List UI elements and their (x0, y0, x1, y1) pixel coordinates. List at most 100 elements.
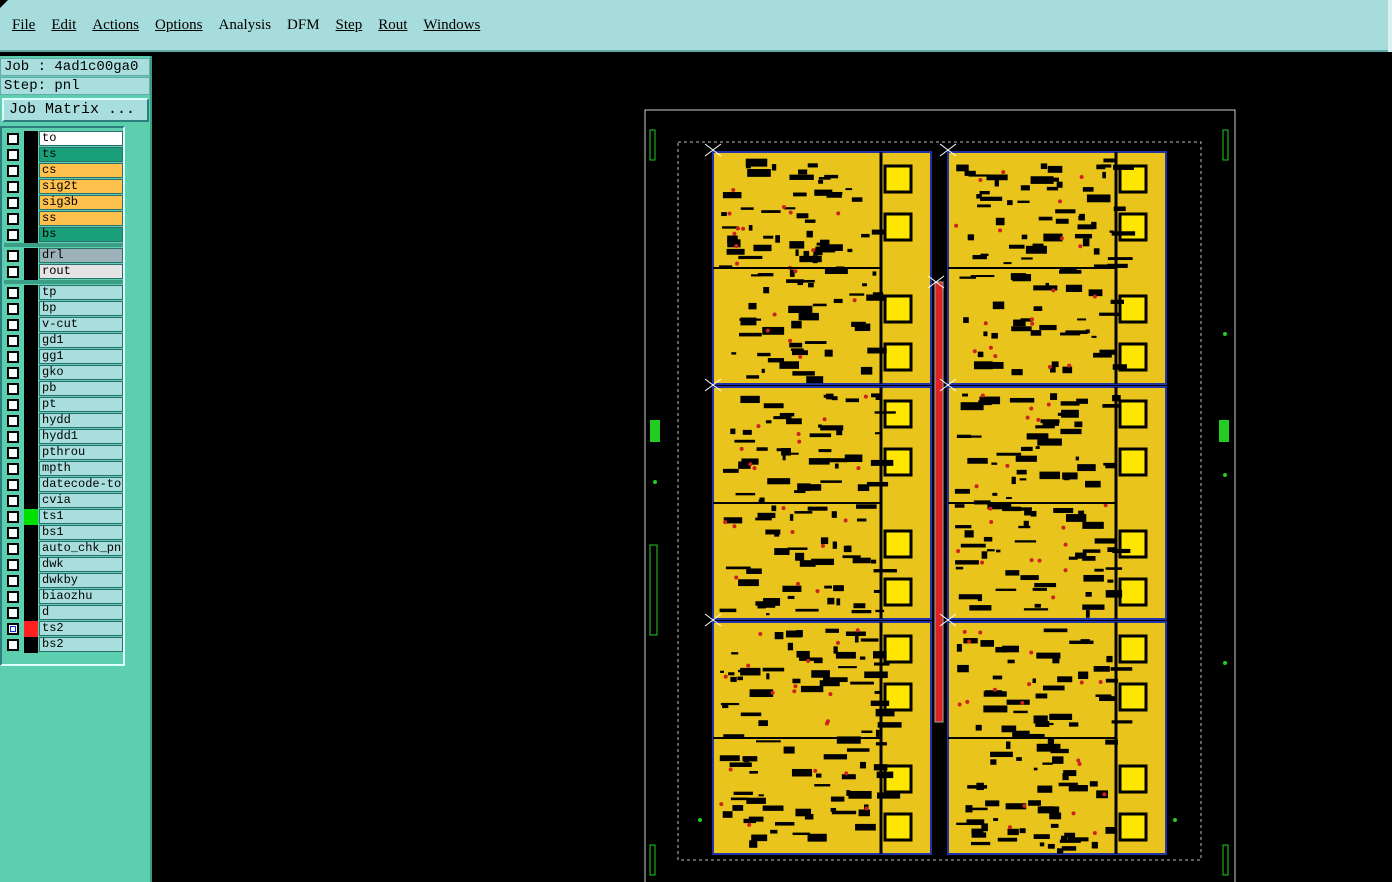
layer-color-swatch[interactable] (24, 461, 38, 477)
layer-name[interactable]: cvia (39, 493, 123, 508)
layer-row-bs2[interactable]: bs2 (4, 637, 123, 653)
layer-row-pt[interactable]: pt (4, 397, 123, 413)
layer-row-ts1[interactable]: ts1 (4, 509, 123, 525)
layer-name[interactable]: gko (39, 365, 123, 380)
layer-color-swatch[interactable] (24, 317, 38, 333)
layer-name[interactable]: bs2 (39, 637, 123, 652)
layer-checkbox[interactable] (7, 399, 19, 411)
layer-name[interactable]: bp (39, 301, 123, 316)
layer-color-swatch[interactable] (24, 211, 38, 227)
layer-row-datecode-to[interactable]: datecode-to (4, 477, 123, 493)
layer-checkbox[interactable] (7, 639, 19, 651)
layer-checkbox[interactable] (7, 197, 19, 209)
layer-row-to[interactable]: to (4, 131, 123, 147)
layer-row-cvia[interactable]: cvia (4, 493, 123, 509)
layer-row-rout[interactable]: rout (4, 264, 123, 280)
layer-name[interactable]: auto_chk_pn (39, 541, 123, 556)
layer-row-gko[interactable]: gko (4, 365, 123, 381)
layer-row-cs[interactable]: cs (4, 163, 123, 179)
layer-name[interactable]: mpth (39, 461, 123, 476)
layer-name[interactable]: sig2t (39, 179, 123, 194)
layer-color-swatch[interactable] (24, 349, 38, 365)
menu-windows[interactable]: Windows (423, 17, 480, 34)
layer-row-bp[interactable]: bp (4, 301, 123, 317)
layer-checkbox[interactable] (7, 543, 19, 555)
layer-color-swatch[interactable] (24, 557, 38, 573)
layer-name[interactable]: gg1 (39, 349, 123, 364)
layer-color-swatch[interactable] (24, 573, 38, 589)
layer-color-swatch[interactable] (24, 365, 38, 381)
layer-checkbox[interactable] (7, 133, 19, 145)
job-matrix-button[interactable]: Job Matrix ... (2, 98, 149, 122)
layer-name[interactable]: ts (39, 147, 123, 162)
layer-name[interactable]: bs (39, 227, 123, 242)
menu-actions[interactable]: Actions (92, 17, 139, 34)
layer-name[interactable]: pt (39, 397, 123, 412)
layer-name[interactable]: sig3b (39, 195, 123, 210)
layer-row-d[interactable]: d (4, 605, 123, 621)
layer-row-hydd1[interactable]: hydd1 (4, 429, 123, 445)
layer-color-swatch[interactable] (24, 301, 38, 317)
layer-color-swatch[interactable] (24, 477, 38, 493)
layer-name[interactable]: gd1 (39, 333, 123, 348)
layer-checkbox[interactable] (7, 511, 19, 523)
layer-name[interactable]: hydd1 (39, 429, 123, 444)
layer-row-ts2[interactable]: ts2 (4, 621, 123, 637)
layer-row-v-cut[interactable]: v-cut (4, 317, 123, 333)
layer-name[interactable]: cs (39, 163, 123, 178)
layer-color-swatch[interactable] (24, 264, 38, 280)
layer-color-swatch[interactable] (24, 285, 38, 301)
layer-checkbox[interactable] (7, 181, 19, 193)
layer-checkbox[interactable] (7, 559, 19, 571)
layer-color-swatch[interactable] (24, 621, 38, 637)
layer-color-swatch[interactable] (24, 248, 38, 264)
layer-checkbox[interactable] (7, 229, 19, 241)
layer-name[interactable]: ts1 (39, 509, 123, 524)
layer-checkbox[interactable] (7, 266, 19, 278)
menu-analysis[interactable]: Analysis (219, 17, 272, 34)
layer-name[interactable]: v-cut (39, 317, 123, 332)
layer-color-swatch[interactable] (24, 509, 38, 525)
layer-color-swatch[interactable] (24, 589, 38, 605)
layer-checkbox[interactable] (7, 591, 19, 603)
layer-checkbox[interactable] (7, 351, 19, 363)
layer-name[interactable]: d (39, 605, 123, 620)
menu-file[interactable]: File (12, 17, 35, 34)
layer-name[interactable]: drl (39, 248, 123, 263)
layer-name[interactable]: pb (39, 381, 123, 396)
layer-color-swatch[interactable] (24, 333, 38, 349)
layer-row-dwkby[interactable]: dwkby (4, 573, 123, 589)
graphic-canvas[interactable] (154, 56, 1392, 882)
menu-edit[interactable]: Edit (51, 17, 76, 34)
layer-row-bs1[interactable]: bs1 (4, 525, 123, 541)
layer-color-swatch[interactable] (24, 605, 38, 621)
layer-color-swatch[interactable] (24, 493, 38, 509)
layer-checkbox[interactable] (7, 319, 19, 331)
layer-checkbox[interactable] (7, 165, 19, 177)
layer-checkbox[interactable] (7, 463, 19, 475)
layer-color-swatch[interactable] (24, 195, 38, 211)
layer-color-swatch[interactable] (24, 397, 38, 413)
layer-checkbox[interactable] (7, 527, 19, 539)
layer-checkbox[interactable] (7, 367, 19, 379)
layer-name[interactable]: biaozhu (39, 589, 123, 604)
layer-row-sig3b[interactable]: sig3b (4, 195, 123, 211)
layer-color-swatch[interactable] (24, 131, 38, 147)
layer-name[interactable]: pthrou (39, 445, 123, 460)
layer-checkbox[interactable] (7, 250, 19, 262)
layer-name[interactable]: ts2 (39, 621, 123, 636)
layer-checkbox[interactable] (7, 479, 19, 491)
layer-row-hydd[interactable]: hydd (4, 413, 123, 429)
layer-row-bs[interactable]: bs (4, 227, 123, 243)
layer-color-swatch[interactable] (24, 541, 38, 557)
layer-row-auto_chk_pn[interactable]: auto_chk_pn (4, 541, 123, 557)
layer-row-gg1[interactable]: gg1 (4, 349, 123, 365)
layer-row-drl[interactable]: drl (4, 248, 123, 264)
layer-checkbox[interactable] (7, 447, 19, 459)
layer-checkbox[interactable] (7, 575, 19, 587)
layer-color-swatch[interactable] (24, 429, 38, 445)
layer-checkbox[interactable] (7, 213, 19, 225)
layer-name[interactable]: dwk (39, 557, 123, 572)
layer-color-swatch[interactable] (24, 445, 38, 461)
layer-color-swatch[interactable] (24, 413, 38, 429)
